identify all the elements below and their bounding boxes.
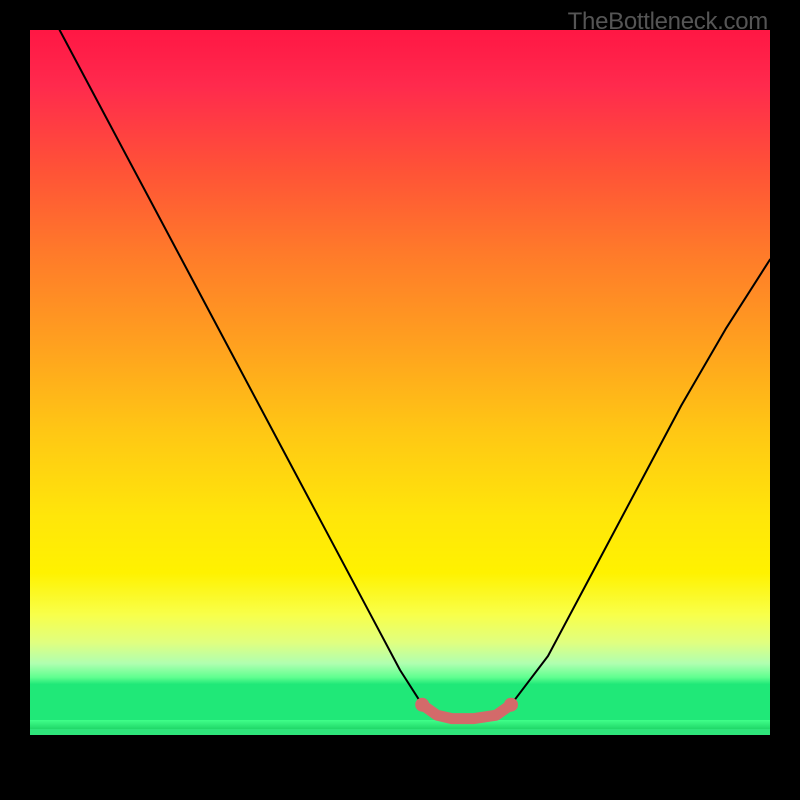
bottleneck-curve xyxy=(60,30,770,719)
curve-layer xyxy=(30,30,770,770)
chart-container: TheBottleneck.com xyxy=(0,0,800,800)
plot-area xyxy=(30,30,770,770)
optimal-segment xyxy=(415,698,518,719)
